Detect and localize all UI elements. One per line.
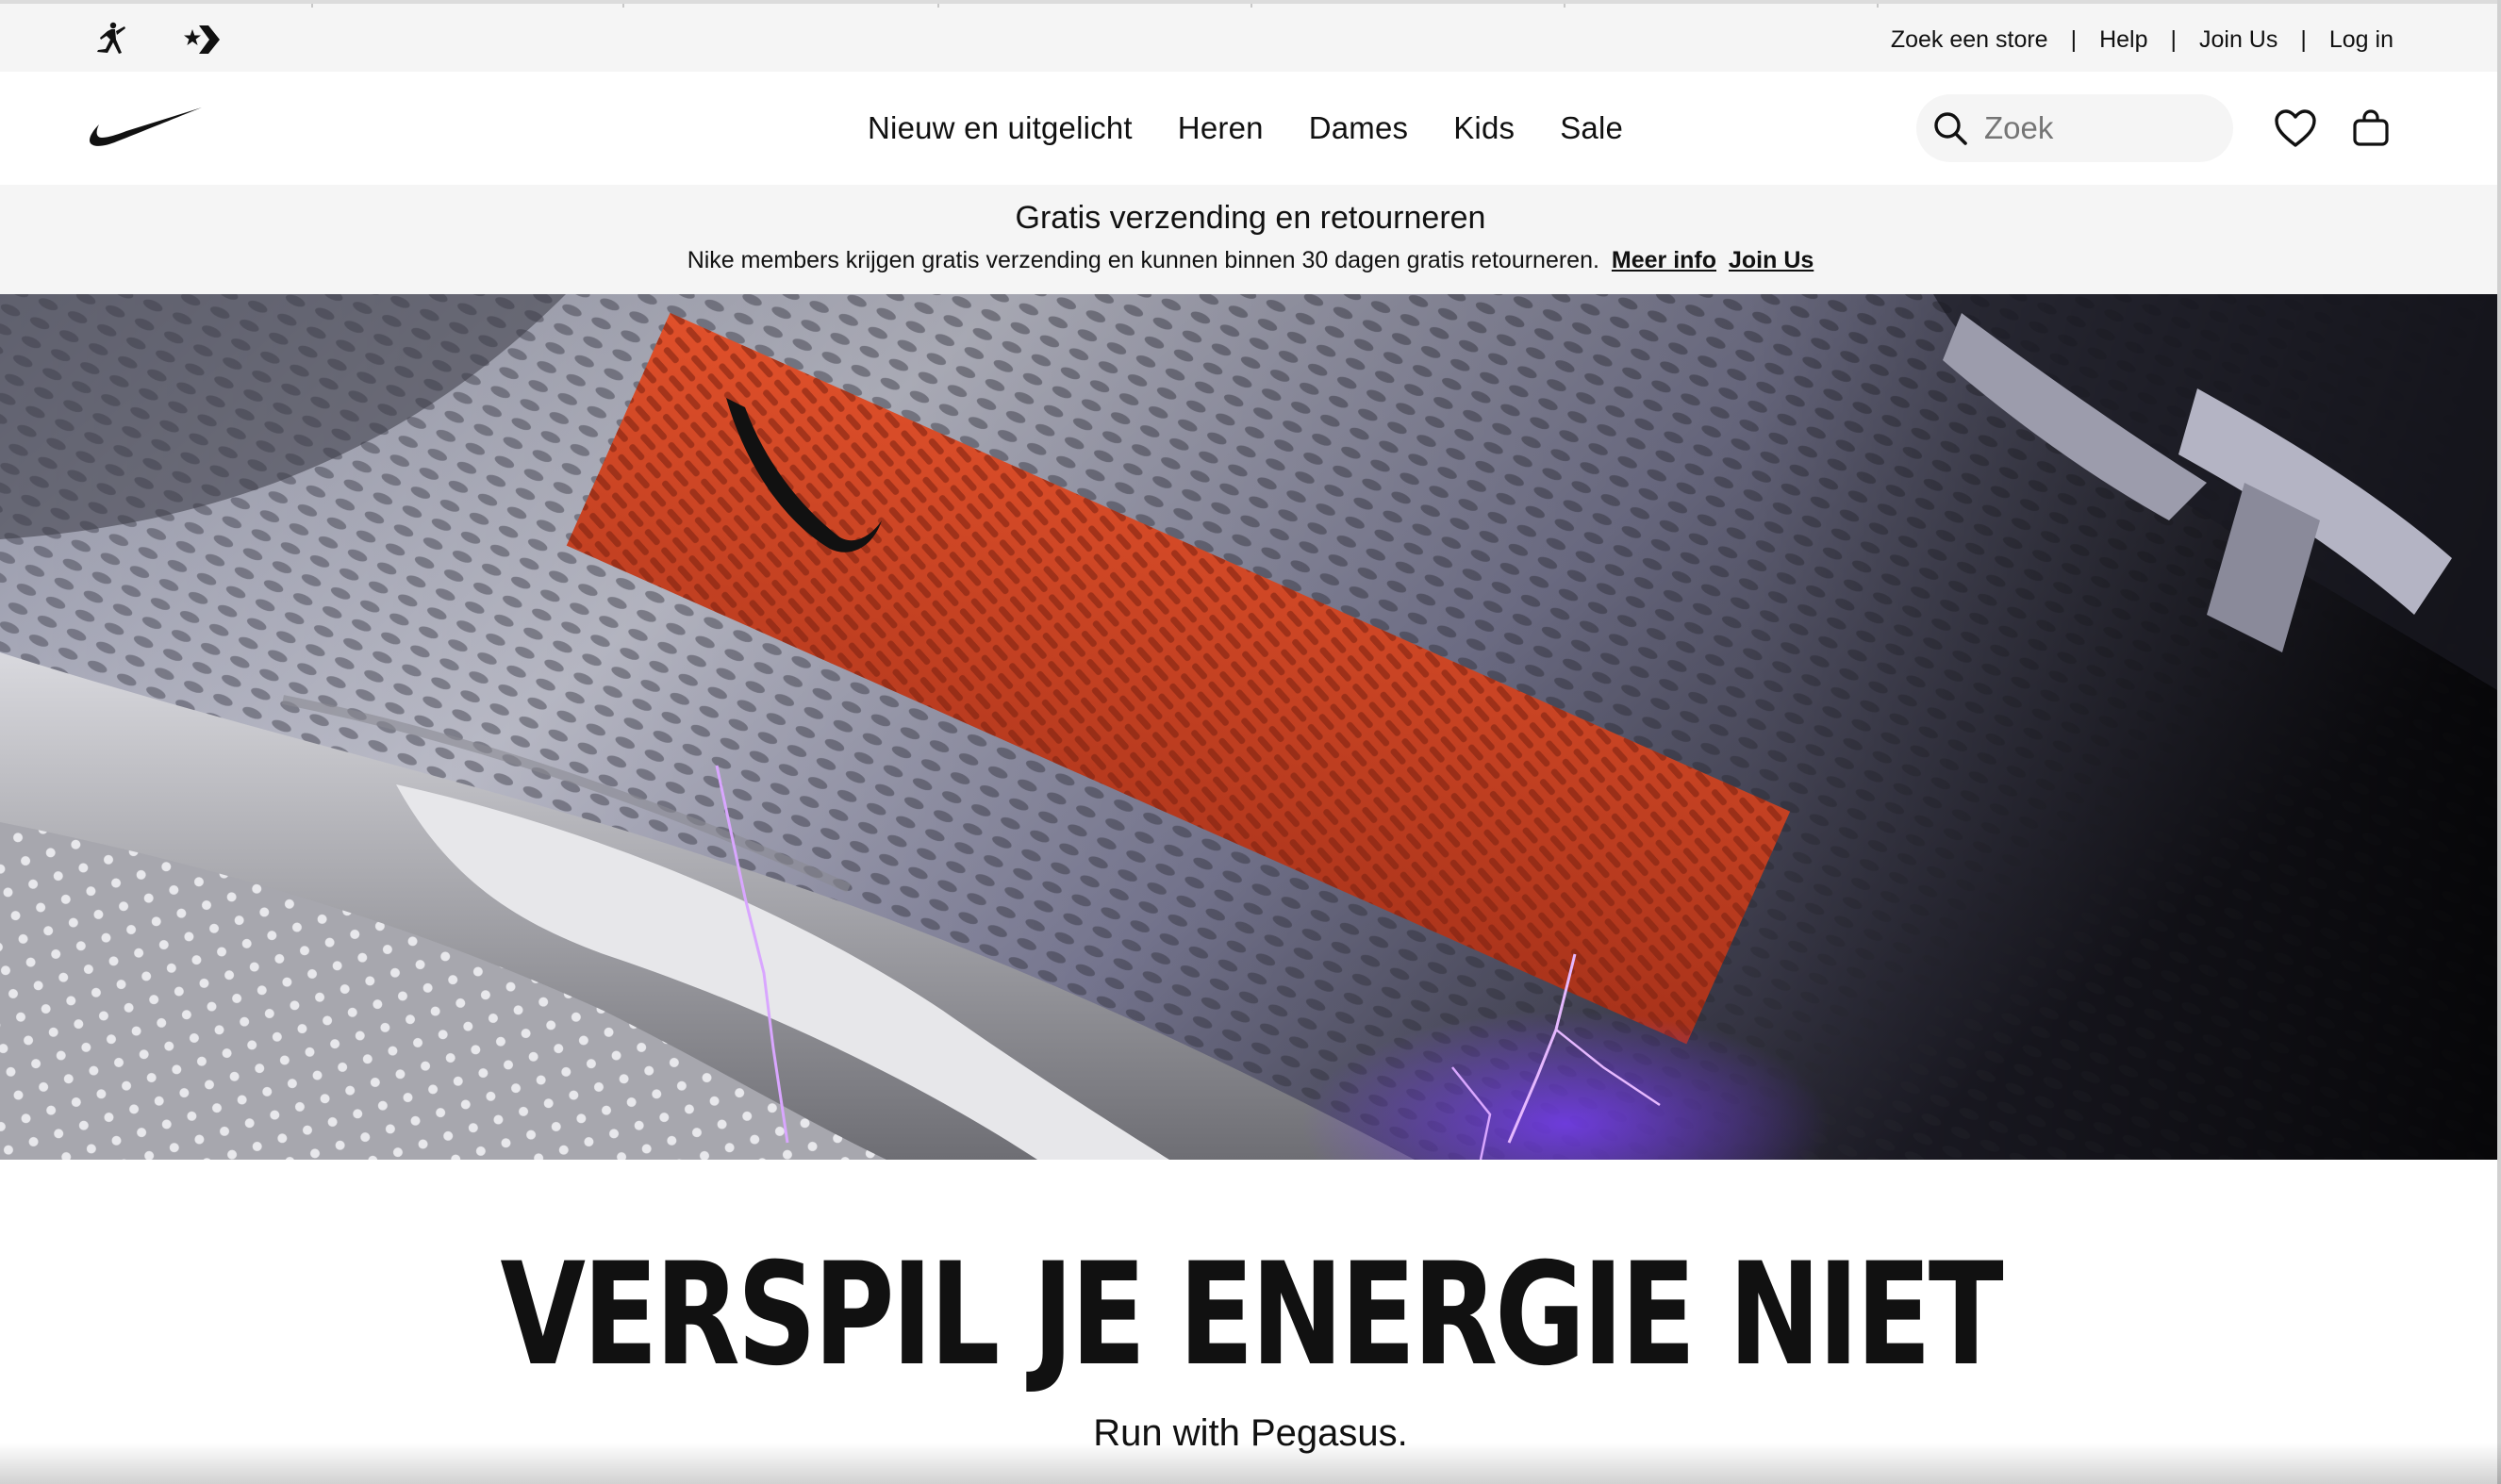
jordan-jumpman-icon[interactable]: [91, 21, 133, 58]
find-store-link[interactable]: Zoek een store: [1891, 26, 2048, 54]
shopping-bag-icon[interactable]: [2343, 100, 2399, 157]
converse-star-chevron-icon[interactable]: [182, 21, 224, 58]
promo-title: Gratis verzending en retourneren: [1015, 200, 1486, 236]
nav-kids[interactable]: Kids: [1453, 110, 1515, 146]
nav-menu: Nieuw en uitgelicht Heren Dames Kids Sal…: [868, 72, 1668, 185]
browser-tab-divider: [311, 4, 313, 8]
browser-tab-divider: [1877, 4, 1879, 8]
nav-sale[interactable]: Sale: [1560, 110, 1623, 146]
promo-join-us-link[interactable]: Join Us: [1729, 247, 1814, 273]
utility-bar: Zoek een store | Help | Join Us | Log in: [0, 0, 2501, 72]
help-link[interactable]: Help: [2099, 26, 2147, 54]
heart-icon[interactable]: [2267, 100, 2324, 157]
nav-men[interactable]: Heren: [1178, 110, 1264, 146]
hero-image[interactable]: [0, 294, 2497, 1160]
browser-tab-divider: [937, 4, 939, 8]
window-edge: [2497, 0, 2501, 1484]
more-info-link[interactable]: Meer info: [1612, 247, 1716, 273]
separator: |: [2070, 25, 2078, 53]
browser-tab-divider: [1250, 4, 1252, 8]
browser-tab-divider: [1564, 4, 1565, 8]
search-box[interactable]: [1916, 94, 2233, 162]
separator: |: [2170, 25, 2178, 53]
page-headline: VERSPIL JE ENERGIE NIET: [500, 1233, 2003, 1397]
search-input[interactable]: [1984, 110, 2211, 146]
browser-tab-divider: [622, 4, 624, 8]
nav-women[interactable]: Dames: [1309, 110, 1409, 146]
separator: |: [2300, 25, 2307, 53]
login-link[interactable]: Log in: [2329, 26, 2393, 54]
search-icon[interactable]: [1916, 94, 1984, 162]
join-us-link[interactable]: Join Us: [2199, 26, 2277, 54]
nav-new-featured[interactable]: Nieuw en uitgelicht: [868, 110, 1133, 146]
utility-links: Zoek een store | Help | Join Us | Log in: [1891, 4, 2393, 75]
promo-text-row: Nike members krijgen gratis verzending e…: [0, 247, 2501, 274]
promo-banner: Gratis verzending en retourneren Nike me…: [0, 185, 2501, 294]
promo-text: Nike members krijgen gratis verzending e…: [687, 247, 1599, 273]
main-navigation: Nieuw en uitgelicht Heren Dames Kids Sal…: [0, 72, 2501, 185]
page-subhead: Run with Pegasus.: [1093, 1412, 1408, 1454]
nike-swoosh-icon[interactable]: [89, 106, 204, 149]
